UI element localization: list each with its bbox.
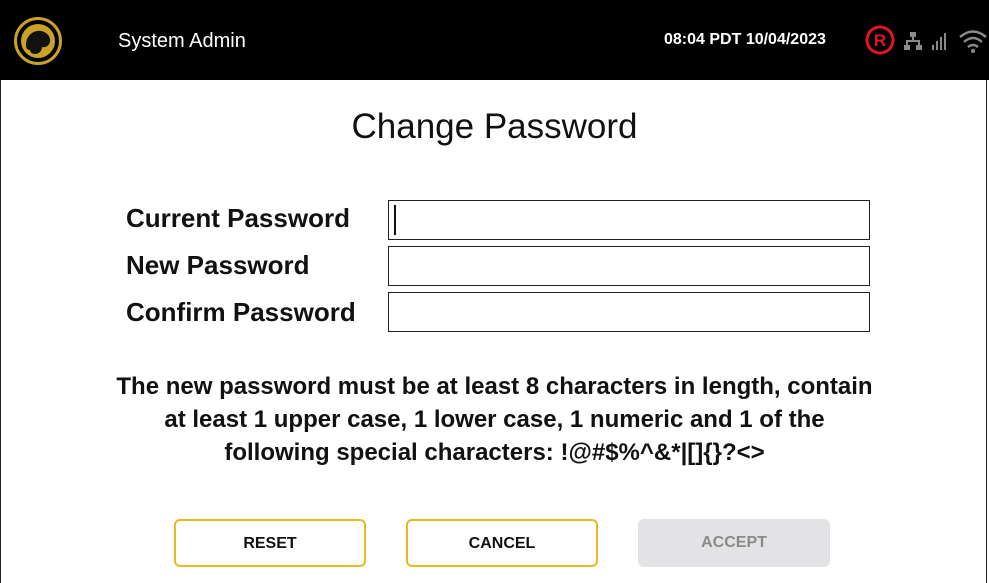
reset-button[interactable]: RESET <box>174 519 366 567</box>
requirements-line: at least 1 upper case, 1 lower case, 1 n… <box>164 406 825 433</box>
new-password-label: New Password <box>126 250 310 280</box>
top-bar: System Admin 08:04 PDT 10/04/2023 R <box>0 0 989 80</box>
network-icon <box>904 32 922 50</box>
confirm-password-label: Confirm Password <box>126 297 356 327</box>
app-title: System Admin <box>118 30 246 52</box>
current-password-field[interactable] <box>388 200 870 240</box>
requirements-line: The new password must be at least 8 char… <box>116 373 873 400</box>
wifi-icon <box>959 30 987 53</box>
datetime-display: 08:04 PDT 10/04/2023 <box>664 31 826 48</box>
new-password-field[interactable] <box>388 246 870 286</box>
accept-button[interactable]: ACCEPT <box>638 519 830 567</box>
confirm-password-field[interactable] <box>388 292 870 332</box>
requirements-line: following special characters: !@#$%^&*|[… <box>224 439 765 466</box>
password-requirements: The new password must be at least 8 char… <box>60 370 929 469</box>
brand-logo-icon[interactable] <box>14 17 62 65</box>
signal-icon <box>932 33 946 50</box>
text-cursor <box>394 205 396 235</box>
svg-text:R: R <box>874 31 886 50</box>
current-password-label: Current Password <box>126 203 350 233</box>
page-title: Change Password <box>351 107 638 146</box>
cancel-button[interactable]: CANCEL <box>406 519 598 567</box>
registered-icon: R <box>865 25 895 55</box>
